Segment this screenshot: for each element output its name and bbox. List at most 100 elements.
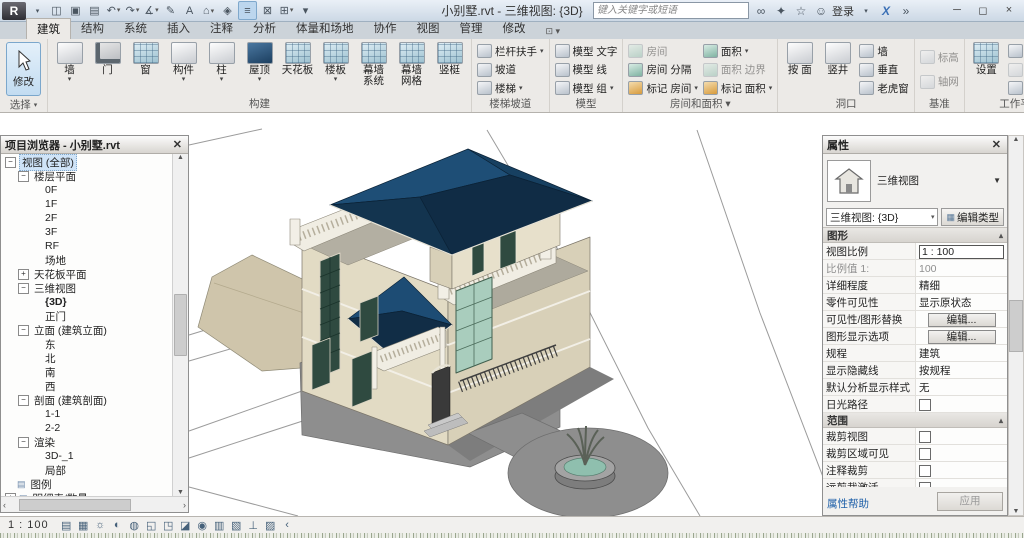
tree-item[interactable]: −三维视图: [1, 281, 172, 295]
property-edit-button-visibility-graphics[interactable]: 编辑...: [928, 313, 996, 327]
tab-view[interactable]: 视图: [407, 18, 450, 39]
detail-level-icon[interactable]: ▤: [59, 519, 74, 532]
tree-item[interactable]: −剖面 (建筑剖面): [1, 393, 172, 407]
tree-expander-icon[interactable]: −: [18, 325, 29, 336]
ribbon-button-vertical-opening[interactable]: 垂直: [859, 61, 909, 78]
ribbon-button-tag-room[interactable]: 标记 房间▾: [628, 80, 697, 97]
tree-item[interactable]: 1-1: [1, 407, 172, 421]
tree-item[interactable]: −视图 (全部): [1, 155, 172, 169]
property-checkbox-annotation-crop[interactable]: [919, 465, 931, 477]
modify-button[interactable]: 修改: [6, 42, 41, 96]
ribbon-button-area[interactable]: 面积▾: [703, 43, 772, 60]
exchange-apps-icon[interactable]: X: [878, 4, 894, 18]
tree-item[interactable]: 2F: [1, 211, 172, 225]
tree-item[interactable]: 北: [1, 351, 172, 365]
ribbon-button-set-workplane[interactable]: 设置: [968, 41, 1005, 98]
scroll-up-icon[interactable]: ▲: [177, 154, 184, 161]
tab-massing-site[interactable]: 体量和场地: [286, 18, 364, 39]
instance-combobox[interactable]: 三维视图: {3D} ▾: [826, 208, 938, 226]
favorites-icon[interactable]: ☆: [793, 4, 809, 18]
type-selector-caret-icon[interactable]: ▼: [993, 176, 1003, 185]
property-checkbox-crop-region-visible[interactable]: [919, 448, 931, 460]
tree-item[interactable]: 南: [1, 365, 172, 379]
tree-expander-icon[interactable]: −: [18, 395, 29, 406]
customize-quick-access-icon[interactable]: ▾: [297, 2, 314, 19]
collapse-bar-icon[interactable]: ‹: [280, 519, 295, 532]
app-menu-caret-icon[interactable]: ▾: [29, 2, 46, 19]
ribbon-button-stair[interactable]: 楼梯▾: [477, 80, 544, 97]
close-hidden-windows-icon[interactable]: ⊠: [259, 2, 276, 19]
reveal-constraints-icon[interactable]: ⊥: [246, 519, 261, 532]
tree-expander-icon[interactable]: +: [18, 269, 29, 280]
ribbon-button-dormer[interactable]: 老虎窗: [859, 80, 909, 97]
panel-label-work-plane[interactable]: 工作平面: [965, 98, 1024, 112]
ribbon-button-ramp[interactable]: 坡道: [477, 61, 544, 78]
properties-header[interactable]: 属性 ✕: [823, 136, 1007, 154]
switch-windows-icon[interactable]: ⊞▾: [278, 2, 295, 19]
signin-caret-icon[interactable]: ▾: [858, 7, 874, 15]
toolbar-overflow-icon[interactable]: »: [898, 4, 914, 18]
tree-item[interactable]: 正门: [1, 309, 172, 323]
ribbon-button-floor[interactable]: 楼板▾: [317, 41, 354, 98]
section-collapse-icon[interactable]: ▴: [999, 416, 1003, 425]
property-checkbox-crop-view[interactable]: [919, 431, 931, 443]
tree-expander-icon[interactable]: −: [5, 157, 16, 168]
panel-label-circulation[interactable]: 楼梯坡道: [472, 98, 549, 112]
ribbon-collapse-icon[interactable]: ⊡ ▾: [542, 24, 565, 39]
ribbon-button-room-separator[interactable]: 房间 分隔: [628, 61, 697, 78]
ribbon-button-wall[interactable]: 墙▾: [51, 41, 88, 98]
ribbon-button-viewer[interactable]: 查看器: [1008, 80, 1024, 97]
tree-item[interactable]: −立面 (建筑立面): [1, 323, 172, 337]
apply-button[interactable]: 应用: [937, 492, 1003, 511]
browser-vertical-scrollbar[interactable]: ▲ ▼: [172, 154, 188, 496]
scroll-thumb[interactable]: [174, 294, 187, 356]
tab-collaborate[interactable]: 协作: [364, 18, 407, 39]
panel-label-build[interactable]: 构建: [48, 98, 471, 112]
property-value-scale-value[interactable]: 100: [919, 263, 937, 275]
text-icon[interactable]: A: [181, 2, 198, 19]
scroll-thumb[interactable]: [19, 499, 131, 511]
print-icon[interactable]: ▤: [86, 2, 103, 19]
tab-systems[interactable]: 系统: [114, 18, 157, 39]
scroll-right-icon[interactable]: ›: [183, 500, 186, 510]
open-icon[interactable]: ◫: [48, 2, 65, 19]
section-collapse-icon[interactable]: ▴: [999, 231, 1003, 240]
project-browser-header[interactable]: 项目浏览器 - 小别墅.rvt ✕: [1, 136, 188, 154]
ribbon-button-wall-opening[interactable]: 墙: [859, 43, 909, 60]
ribbon-button-curtain-system[interactable]: 幕墙 系统: [355, 41, 392, 98]
close-button[interactable]: ×: [996, 4, 1022, 17]
tree-item[interactable]: 场地: [1, 253, 172, 267]
tree-item[interactable]: 2-2: [1, 421, 172, 435]
ribbon-button-model-group[interactable]: 模型 组▾: [555, 80, 618, 97]
scroll-up-icon[interactable]: ▲: [1013, 136, 1020, 143]
ribbon-button-window[interactable]: 窗: [127, 41, 164, 98]
render-icon[interactable]: ◍: [127, 519, 142, 532]
temporary-hide-isolate-icon[interactable]: ◪: [178, 519, 193, 532]
ribbon-button-railing[interactable]: 栏杆扶手▾: [477, 43, 544, 60]
tree-item[interactable]: 0F: [1, 183, 172, 197]
sign-in-button[interactable]: ☺ 登录: [813, 3, 854, 19]
tab-modify[interactable]: 修改: [493, 18, 536, 39]
tab-building[interactable]: 建筑: [26, 18, 71, 39]
property-edit-button-graphic-display-options[interactable]: 编辑...: [928, 330, 996, 344]
tree-item[interactable]: 西: [1, 379, 172, 393]
default-3d-view-icon[interactable]: ⌂▾: [200, 2, 217, 19]
ribbon-button-model-line[interactable]: 模型 线: [555, 61, 618, 78]
tree-item[interactable]: ▤图例: [1, 477, 172, 491]
tree-item[interactable]: RF: [1, 239, 172, 253]
measure-icon[interactable]: ∡▾: [143, 2, 160, 19]
ribbon-button-model-text[interactable]: 模型 文字: [555, 43, 618, 60]
search-icon[interactable]: ∞: [753, 4, 769, 18]
save-icon[interactable]: ▣: [67, 2, 84, 19]
minimize-button[interactable]: ─: [944, 4, 970, 17]
ribbon-button-show-workplane[interactable]: 显示: [1008, 43, 1024, 60]
crop-view-icon[interactable]: ◱: [144, 519, 159, 532]
ribbon-button-door[interactable]: 门: [89, 41, 126, 98]
properties-help-link[interactable]: 属性帮助: [827, 496, 869, 511]
ribbon-button-curtain-grid[interactable]: 幕墙 网格: [393, 41, 430, 98]
reveal-hidden-elements-icon[interactable]: ◉: [195, 519, 210, 532]
tree-expander-icon[interactable]: −: [18, 437, 29, 448]
ribbon-button-column[interactable]: 柱▾: [203, 41, 240, 98]
tree-item[interactable]: 局部: [1, 463, 172, 477]
scroll-down-icon[interactable]: ▼: [177, 489, 184, 496]
